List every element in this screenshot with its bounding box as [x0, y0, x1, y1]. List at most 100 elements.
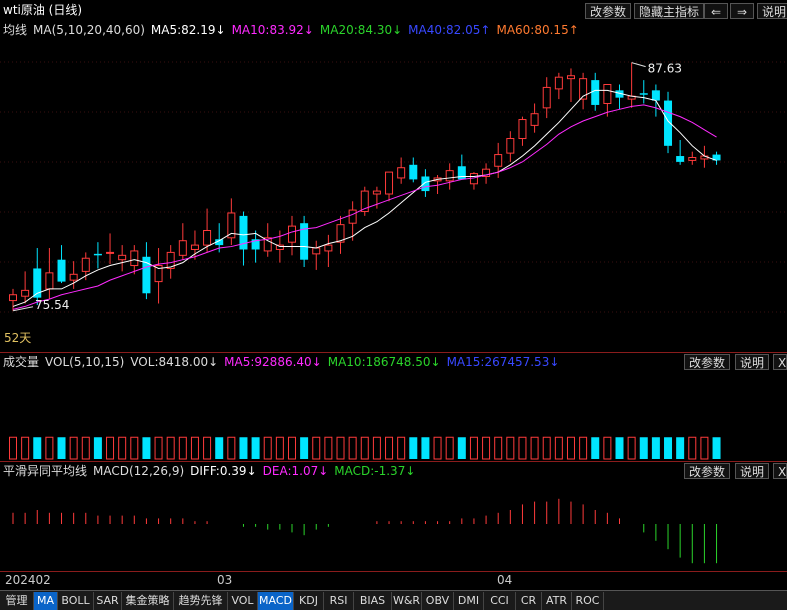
candle [324, 234, 333, 267]
volume-bar [251, 437, 260, 459]
tab-atr[interactable]: ATR [542, 592, 572, 610]
candle-body [518, 119, 527, 140]
tab-rsi[interactable]: RSI [324, 592, 354, 610]
tab-ma[interactable]: MA [34, 592, 58, 610]
volume-bar [215, 437, 224, 459]
tab-sar[interactable]: SAR [94, 592, 122, 610]
volume-bar [579, 436, 588, 460]
volume-bar [421, 437, 430, 459]
ma-title: 均线 [3, 23, 28, 37]
tab-vol[interactable]: VOL [228, 592, 258, 610]
tab-bias[interactable]: BIAS [354, 592, 392, 610]
vol-title: 成交量 [3, 355, 40, 369]
next-arrow-icon[interactable]: ⇒ [730, 3, 754, 19]
candle-body [421, 176, 430, 192]
tab-macd[interactable]: MACD [258, 592, 294, 610]
candle [579, 72, 588, 110]
candle [118, 245, 127, 272]
volume-bar [688, 436, 697, 460]
candle-body [57, 259, 66, 282]
volume-bar [203, 436, 212, 460]
candle [639, 80, 648, 104]
candle-body [372, 190, 381, 195]
tab-boll[interactable]: BOLL [58, 592, 94, 610]
candle [615, 84, 624, 110]
volume-bar [409, 437, 418, 459]
candle-body [530, 113, 539, 126]
tab-dmi[interactable]: DMI [454, 592, 484, 610]
candle [33, 248, 42, 305]
candle [312, 240, 321, 270]
candle [93, 242, 102, 269]
tab-wr[interactable]: W&R [392, 592, 422, 610]
candle [106, 233, 115, 265]
volume-bar [300, 437, 309, 459]
volume-bar [542, 436, 551, 460]
macd-legend: 平滑异同平均线 MACD(12,26,9) DIFF:0.39↓ DEA:1.07↓ M… [3, 461, 421, 481]
candle-body [130, 250, 139, 267]
date-label: 03 [217, 573, 233, 587]
vol-help-button[interactable]: 说明 [735, 354, 770, 370]
candle [627, 62, 636, 108]
candle-body [639, 93, 648, 95]
tab-cci[interactable]: CCI [484, 592, 516, 610]
candle-body [45, 272, 54, 290]
vol-params-button[interactable]: 改参数 [684, 354, 731, 370]
volume-bar [93, 437, 102, 459]
vol-ma5: MA5:92886.40↓ [224, 355, 322, 369]
tab-[interactable]: 集金策略 [122, 592, 174, 610]
volume-bar [106, 436, 115, 460]
chart-window: wti原油 (日线) 改参数 隐藏主指标 ⇐ ⇒ 说明 均线 MA(5,10,20… [0, 0, 787, 610]
high-pointer [631, 62, 646, 68]
volume-bar [554, 436, 563, 460]
prev-arrow-icon[interactable]: ⇐ [704, 3, 728, 19]
volume-bar [469, 436, 478, 460]
candle-body [445, 170, 454, 182]
vol-spec: VOL(5,10,15) [45, 355, 125, 369]
volume-bar [166, 436, 175, 460]
volume-bar [227, 436, 236, 460]
candle [409, 157, 418, 183]
volume-bar [445, 436, 454, 460]
indicator-tab-bar: 管理 MA BOLL SAR 集金策略 趋势先锋 VOL MACD KDJ RSI BIAS W&R O… [0, 590, 787, 610]
candle-body [506, 138, 515, 154]
volume-bar [457, 437, 466, 459]
date-label: 04 [497, 573, 513, 587]
volume-bar [676, 437, 685, 459]
candle [506, 131, 515, 162]
ma-legend: 均线 MA(5,10,20,40,60) MA5:82.19↓ MA10:83.92↓… [3, 20, 585, 40]
volume-bar [615, 437, 624, 459]
macd-params-button[interactable]: 改参数 [684, 463, 731, 479]
params-button[interactable]: 改参数 [585, 3, 632, 19]
volume-bar [591, 437, 600, 459]
volume-bar [518, 436, 527, 460]
candle-body [21, 289, 30, 297]
volume-bar [130, 436, 139, 460]
hide-main-indicator-button[interactable]: 隐藏主指标 [634, 3, 705, 19]
candle [688, 151, 697, 165]
candle [300, 215, 309, 267]
volume-bar [700, 436, 709, 460]
tab-[interactable]: 管理 [0, 592, 34, 610]
candle [227, 198, 236, 246]
macd-value: MACD:-1.37↓ [334, 464, 416, 478]
tab-[interactable]: 趋势先锋 [174, 592, 228, 610]
tab-cr[interactable]: CR [516, 592, 542, 610]
volume-bar [190, 436, 199, 460]
candle [530, 103, 539, 133]
vol-close-icon[interactable]: X [773, 354, 787, 370]
candle-body [312, 247, 321, 255]
candle-body [203, 230, 212, 246]
candle [336, 215, 345, 254]
candle [457, 154, 466, 180]
tab-kdj[interactable]: KDJ [294, 592, 324, 610]
help-button[interactable]: 说明 [757, 3, 787, 19]
macd-help-button[interactable]: 说明 [735, 463, 770, 479]
candle-body [385, 171, 394, 195]
macd-close-icon[interactable]: X [773, 463, 787, 479]
tab-roc[interactable]: ROC [572, 592, 604, 610]
volume-bar [81, 436, 90, 460]
ma60-value: MA60:80.15↑ [496, 23, 579, 37]
tab-obv[interactable]: OBV [422, 592, 454, 610]
candle-body [457, 166, 466, 180]
